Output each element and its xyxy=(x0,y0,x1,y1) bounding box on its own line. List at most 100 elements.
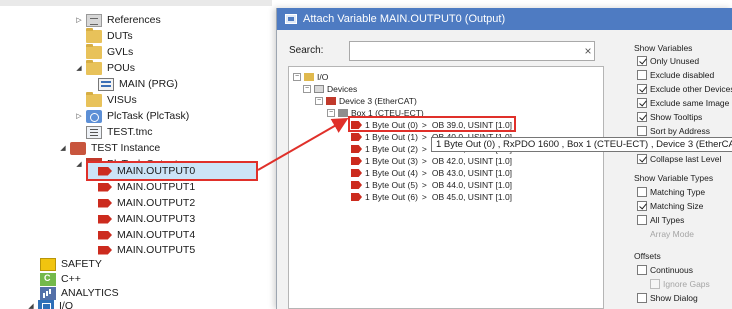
option-array-mode: Array Mode xyxy=(650,229,694,239)
search-label: Search: xyxy=(289,45,324,56)
search-input[interactable] xyxy=(349,41,595,61)
tree-item-pous[interactable]: ◢ POUs xyxy=(74,59,135,76)
tree-item-main-prg[interactable]: MAIN (PRG) xyxy=(98,76,178,92)
checkbox-unchecked[interactable] xyxy=(637,215,647,225)
checkbox-disabled xyxy=(650,279,660,289)
tree-item-io[interactable]: ◢ I/O xyxy=(26,298,73,309)
dialog-title: Attach Variable MAIN.OUTPUT0 (Output) xyxy=(303,13,506,25)
tree-item-main-output4[interactable]: MAIN.OUTPUT4 xyxy=(98,227,195,243)
checkbox-unchecked[interactable] xyxy=(637,293,647,303)
output-variable-icon xyxy=(351,169,362,177)
offsets-group-title: Offsets xyxy=(634,251,661,261)
option-exclude-same-image[interactable]: Exclude same Image xyxy=(637,97,729,109)
tree-item-main-output5[interactable]: MAIN.OUTPUT5 xyxy=(98,242,195,258)
variable-tooltip: 1 Byte Out (0) , RxPDO 1600 , Box 1 (CTE… xyxy=(431,137,732,152)
folder-icon xyxy=(86,43,102,59)
var-tree-output-4[interactable]: 1 Byte Out (4) > OB 43.0, USINT [1.0] xyxy=(351,167,512,179)
var-tree-output-6[interactable]: 1 Byte Out (6) > OB 45.0, USINT [1.0] xyxy=(351,191,512,203)
expand-arrow-icon[interactable]: ▷ xyxy=(74,108,84,124)
collapse-arrow-icon[interactable]: ◢ xyxy=(58,140,68,156)
var-tree-output-3[interactable]: 1 Byte Out (3) > OB 42.0, USINT [1.0] xyxy=(351,155,512,167)
instance-icon xyxy=(70,141,86,155)
box-icon xyxy=(338,109,348,117)
highlight-box-output0 xyxy=(86,161,258,181)
checkbox-unchecked[interactable] xyxy=(637,126,647,136)
output-variable-icon xyxy=(351,133,362,141)
tree-item-references[interactable]: ▷ References xyxy=(74,12,161,28)
output-variable-icon xyxy=(351,145,362,153)
safety-icon xyxy=(40,257,56,271)
checkbox-unchecked[interactable] xyxy=(637,187,647,197)
tree-item-visus[interactable]: VISUs xyxy=(86,91,137,108)
highlight-box-byte-out-0 xyxy=(348,116,516,132)
clear-search-icon[interactable]: × xyxy=(580,41,596,61)
checkbox-checked[interactable] xyxy=(637,154,647,164)
checkbox-checked[interactable] xyxy=(637,112,647,122)
tree-item-test-instance[interactable]: ◢ TEST Instance xyxy=(58,140,160,156)
folder-icon xyxy=(86,27,102,43)
collapse-toggle-icon[interactable]: − xyxy=(293,73,301,81)
option-only-unused[interactable]: Only Unused xyxy=(637,55,699,67)
tree-item-safety[interactable]: SAFETY xyxy=(40,256,102,272)
tree-item-test-tmc[interactable]: TEST.tmc xyxy=(86,124,153,140)
references-icon xyxy=(86,13,102,27)
checkbox-checked[interactable] xyxy=(637,201,647,211)
cpp-icon xyxy=(40,272,56,286)
option-show-tooltips[interactable]: Show Tooltips xyxy=(637,111,702,123)
var-tree-io[interactable]: − I/O xyxy=(293,71,328,83)
show-variable-types-group-title: Show Variable Types xyxy=(634,173,714,183)
task-icon xyxy=(86,109,102,123)
collapse-toggle-icon[interactable]: − xyxy=(303,85,311,93)
option-ignore-gaps: Ignore Gaps xyxy=(650,278,710,290)
solution-explorer-tree: ▷ References DUTs GVLs ◢ POUs MAIN (PRG)… xyxy=(0,0,272,309)
var-tree-output-5[interactable]: 1 Byte Out (5) > OB 44.0, USINT [1.0] xyxy=(351,179,512,191)
option-show-dialog[interactable]: Show Dialog xyxy=(637,292,698,304)
show-variables-group-title: Show Variables xyxy=(634,43,693,53)
collapse-arrow-icon[interactable]: ◢ xyxy=(74,60,84,76)
checkbox-checked[interactable] xyxy=(637,56,647,66)
option-exclude-disabled[interactable]: Exclude disabled xyxy=(637,69,714,81)
folder-icon xyxy=(86,59,102,75)
expand-arrow-icon[interactable]: ▷ xyxy=(74,12,84,28)
collapse-arrow-icon[interactable]: ◢ xyxy=(26,298,36,309)
checkbox-unchecked[interactable] xyxy=(637,265,647,275)
option-all-types[interactable]: All Types xyxy=(637,214,684,226)
tree-item-main-output2[interactable]: MAIN.OUTPUT2 xyxy=(98,195,195,211)
folder-icon xyxy=(86,91,102,107)
var-tree-devices[interactable]: − Devices xyxy=(303,83,357,95)
collapse-toggle-icon[interactable]: − xyxy=(327,109,335,117)
option-collapse-last-level[interactable]: Collapse last Level xyxy=(637,153,721,165)
checkbox-checked[interactable] xyxy=(637,84,647,94)
io-icon xyxy=(38,299,54,309)
tree-item-plctask[interactable]: ▷ PlcTask (PlcTask) xyxy=(74,108,189,124)
option-exclude-other-devices[interactable]: Exclude other Devices xyxy=(637,83,732,95)
collapse-arrow-icon[interactable]: ◢ xyxy=(74,156,84,172)
options-panel: Show Variables Only Unused Exclude disab… xyxy=(634,38,732,309)
var-tree-device3[interactable]: − Device 3 (EtherCAT) xyxy=(315,95,417,107)
output-variable-icon xyxy=(98,198,112,208)
dialog-window-icon xyxy=(285,14,297,24)
io-folder-icon xyxy=(304,73,314,81)
output-variable-icon xyxy=(351,157,362,165)
checkbox-unchecked[interactable] xyxy=(637,70,647,80)
variable-tree: − I/O − Devices − Device 3 (EtherCAT) − … xyxy=(288,66,604,309)
output-variable-icon xyxy=(98,182,112,192)
program-icon xyxy=(98,77,114,91)
tmc-file-icon xyxy=(86,125,102,139)
tree-item-duts[interactable]: DUTs xyxy=(86,27,133,44)
output-variable-icon xyxy=(351,193,362,201)
option-matching-size[interactable]: Matching Size xyxy=(637,200,703,212)
option-continuous[interactable]: Continuous xyxy=(637,264,693,276)
output-variable-icon xyxy=(351,181,362,189)
checkbox-checked[interactable] xyxy=(637,98,647,108)
devices-icon xyxy=(314,85,324,93)
output-variable-icon xyxy=(98,245,112,255)
output-variable-icon xyxy=(98,214,112,224)
tree-item-gvls[interactable]: GVLs xyxy=(86,43,133,60)
dialog-titlebar[interactable]: Attach Variable MAIN.OUTPUT0 (Output) xyxy=(277,8,732,30)
option-matching-type[interactable]: Matching Type xyxy=(637,186,705,198)
collapse-toggle-icon[interactable]: − xyxy=(315,97,323,105)
tree-item-main-output3[interactable]: MAIN.OUTPUT3 xyxy=(98,211,195,227)
option-sort-by-address[interactable]: Sort by Address xyxy=(637,125,710,137)
tree-item-main-output1[interactable]: MAIN.OUTPUT1 xyxy=(98,179,195,195)
